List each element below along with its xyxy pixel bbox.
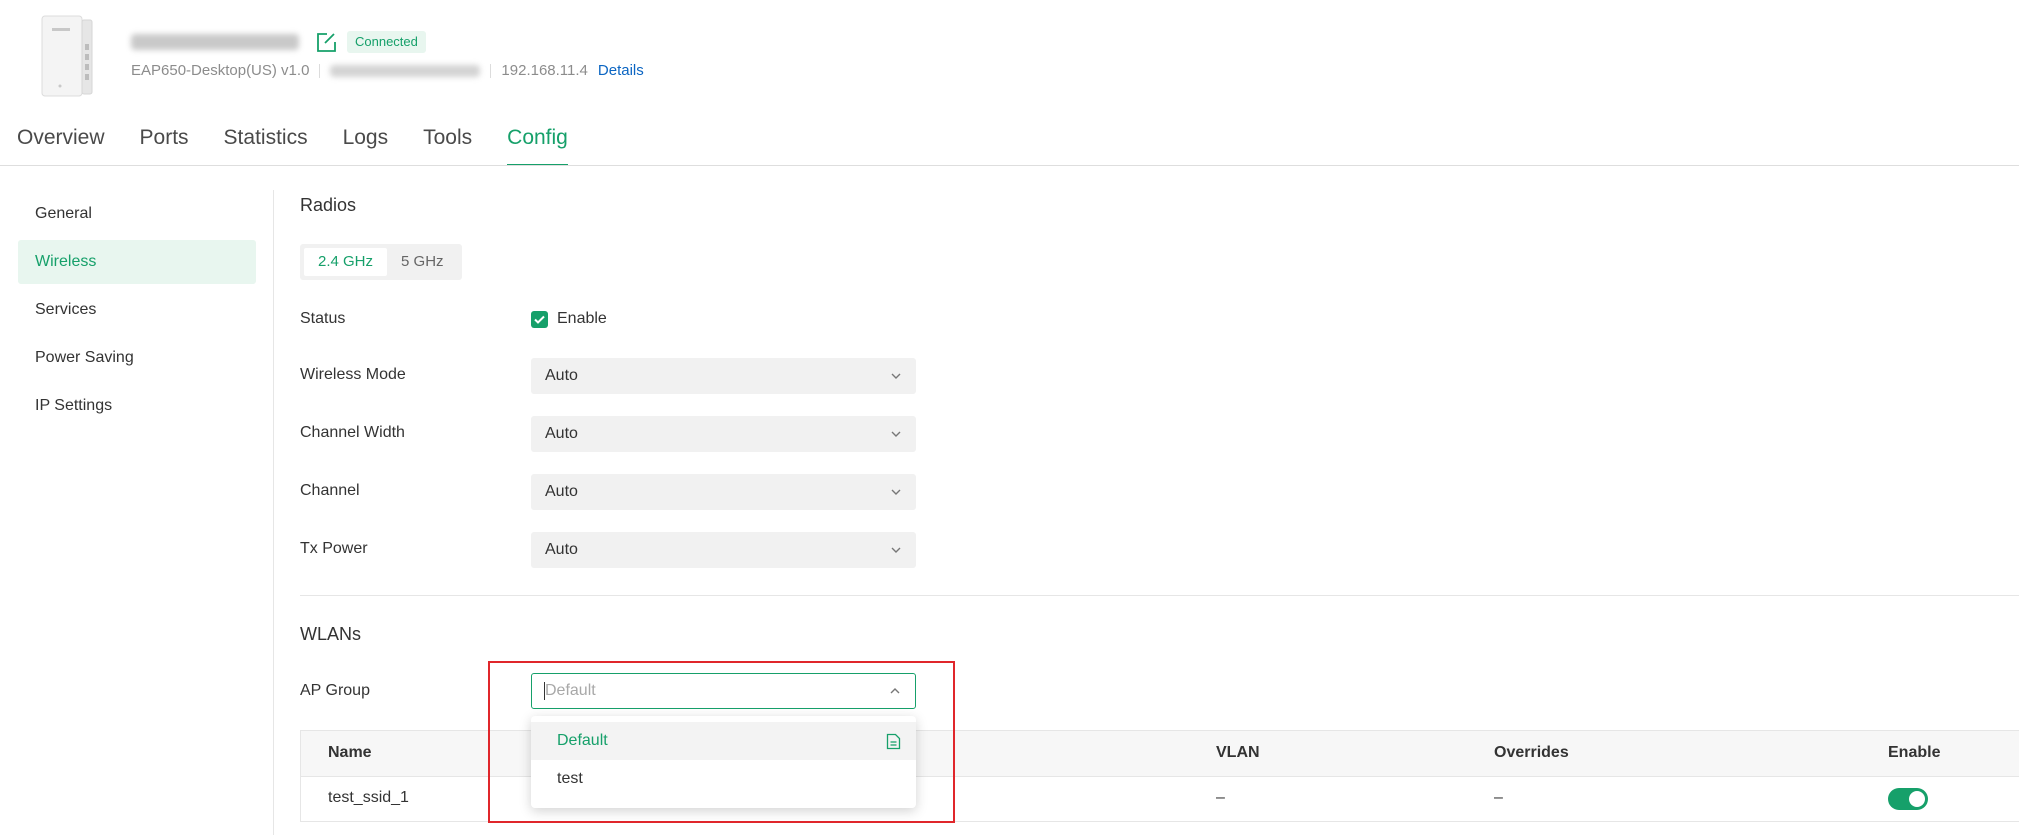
column-header-name: Name (328, 744, 372, 761)
device-ip: 192.168.11.4 (501, 62, 588, 79)
wlans-title: WLANs (300, 624, 362, 644)
dropdown-option-test[interactable]: test (531, 760, 916, 798)
ap-group-select[interactable]: Default (531, 673, 916, 709)
channel-value: Auto (545, 483, 578, 500)
ssid-enable-toggle[interactable] (1888, 788, 1928, 810)
chevron-up-icon (890, 688, 900, 694)
column-header-enable: Enable (1888, 744, 1941, 761)
tab-logs[interactable]: Logs (343, 126, 389, 166)
details-link[interactable]: Details (598, 62, 644, 79)
tab-overview[interactable]: Overview (17, 126, 105, 166)
band-24ghz[interactable]: 2.4 GHz (304, 248, 388, 276)
tab-ports[interactable]: Ports (140, 126, 189, 166)
device-meta: EAP650-Desktop(US) v1.0 192.168.11.4 Det… (131, 62, 644, 79)
toggle-knob (1909, 791, 1925, 807)
text-caret (544, 682, 545, 700)
wireless-mode-label: Wireless Mode (300, 366, 406, 383)
check-icon (534, 315, 545, 324)
sidebar-item-services[interactable]: Services (18, 288, 256, 332)
ssid-overrides: – (1494, 789, 1503, 806)
channel-select[interactable]: Auto (531, 474, 916, 510)
ssid-vlan: – (1216, 789, 1225, 806)
dropdown-option-default[interactable]: Default (531, 722, 916, 760)
channel-width-value: Auto (545, 425, 578, 442)
channel-width-select[interactable]: Auto (531, 416, 916, 452)
tab-statistics[interactable]: Statistics (224, 126, 308, 166)
radios-title: Radios (300, 195, 357, 215)
tab-tools[interactable]: Tools (423, 126, 472, 166)
document-icon[interactable] (886, 733, 901, 750)
sidebar-item-ip-settings[interactable]: IP Settings (18, 384, 256, 428)
chevron-down-icon (891, 373, 901, 379)
band-selector: 2.4 GHz 5 GHz (300, 244, 462, 280)
tx-power-select[interactable]: Auto (531, 532, 916, 568)
column-header-vlan: VLAN (1216, 744, 1260, 761)
sidebar-item-wireless[interactable]: Wireless (18, 240, 256, 284)
device-name (131, 34, 299, 50)
ssid-name: test_ssid_1 (328, 789, 409, 806)
chevron-down-icon (891, 431, 901, 437)
chevron-down-icon (891, 547, 901, 553)
chevron-down-icon (891, 489, 901, 495)
ap-group-dropdown: Default test (531, 716, 916, 808)
sidebar-divider (273, 190, 274, 835)
band-5ghz[interactable]: 5 GHz (387, 248, 458, 276)
enable-checkbox[interactable] (531, 311, 548, 328)
wireless-mode-value: Auto (545, 367, 578, 384)
channel-label: Channel (300, 482, 360, 499)
status-badge: Connected (347, 31, 426, 53)
wireless-mode-select[interactable]: Auto (531, 358, 916, 394)
channel-width-label: Channel Width (300, 424, 405, 441)
column-header-overrides: Overrides (1494, 744, 1569, 761)
tab-divider (0, 165, 2019, 166)
option-label: test (557, 770, 583, 787)
section-divider (300, 595, 2019, 596)
status-label: Status (300, 310, 346, 327)
ap-group-placeholder: Default (545, 682, 596, 699)
ap-group-label: AP Group (300, 682, 370, 699)
device-mac (330, 64, 481, 77)
sidebar-item-general[interactable]: General (18, 192, 256, 236)
edit-icon[interactable] (315, 32, 337, 54)
tx-power-label: Tx Power (300, 540, 368, 557)
divider (490, 63, 492, 78)
tab-bar: Overview Ports Statistics Logs Tools Con… (17, 126, 603, 166)
config-sidebar: General Wireless Services Power Saving I… (18, 192, 256, 432)
device-image (38, 14, 98, 100)
device-model: EAP650-Desktop(US) v1.0 (131, 62, 310, 79)
divider (319, 63, 321, 78)
tab-config[interactable]: Config (507, 126, 568, 166)
sidebar-item-power-saving[interactable]: Power Saving (18, 336, 256, 380)
option-label: Default (557, 732, 608, 749)
tx-power-value: Auto (545, 541, 578, 558)
enable-label: Enable (557, 310, 607, 327)
